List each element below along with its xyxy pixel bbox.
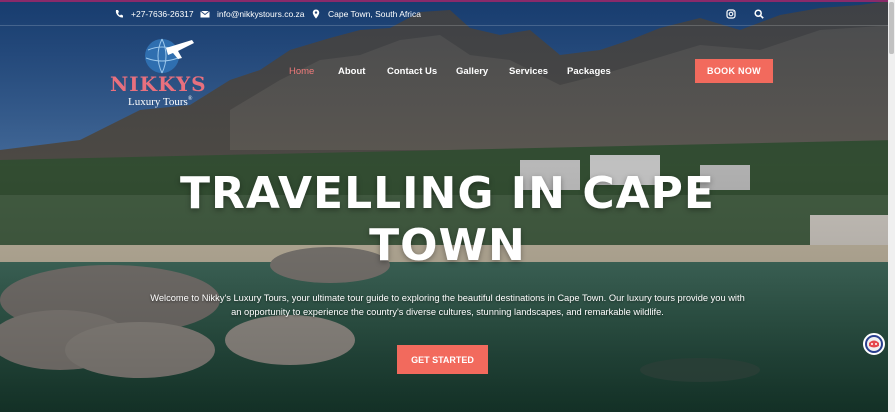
hero-intro-text: Welcome to Nikky's Luxury Tours, your ul…	[150, 293, 745, 317]
get-started-button[interactable]: GET STARTED	[397, 345, 488, 374]
email-address: info@nikkystours.co.za	[217, 9, 305, 19]
nav-gallery[interactable]: Gallery	[456, 66, 488, 77]
location-pin-icon	[311, 9, 321, 19]
phone-contact[interactable]: +27-7636-26317	[114, 9, 194, 19]
chat-widget-button[interactable]	[863, 333, 885, 355]
logo-tagline: Luxury Tours®	[128, 96, 193, 108]
nav-about[interactable]: About	[338, 66, 365, 77]
chat-bot-icon	[867, 337, 881, 351]
phone-icon	[114, 9, 124, 19]
hero-headline-line1: TRAVELLING IN CAPE	[180, 168, 715, 219]
logo-brand-text: NIKKYS	[110, 72, 207, 96]
globe-plane-icon	[145, 38, 194, 74]
hero-headline: TRAVELLING IN CAPE TOWN	[0, 168, 895, 272]
phone-number: +27-7636-26317	[131, 9, 194, 19]
hero-headline-line2: TOWN	[369, 220, 526, 271]
page-scrollbar[interactable]	[888, 0, 895, 412]
nav-contact-us[interactable]: Contact Us	[387, 66, 437, 77]
nav-packages[interactable]: Packages	[567, 66, 611, 77]
location-info: Cape Town, South Africa	[311, 9, 421, 19]
top-info-bar: +27-7636-26317 info@nikkystours.co.za Ca…	[0, 0, 895, 26]
scrollbar-thumb[interactable]	[889, 2, 894, 54]
nav-home[interactable]: Home	[289, 66, 314, 77]
email-contact[interactable]: info@nikkystours.co.za	[200, 9, 305, 19]
location-text: Cape Town, South Africa	[328, 9, 421, 19]
search-icon[interactable]	[754, 9, 764, 19]
nav-services[interactable]: Services	[509, 66, 548, 77]
book-now-button[interactable]: BOOK NOW	[695, 59, 773, 83]
mail-icon	[200, 9, 210, 19]
instagram-icon[interactable]	[726, 9, 736, 19]
site-logo[interactable]: NIKKYS Luxury Tours®	[108, 34, 216, 112]
